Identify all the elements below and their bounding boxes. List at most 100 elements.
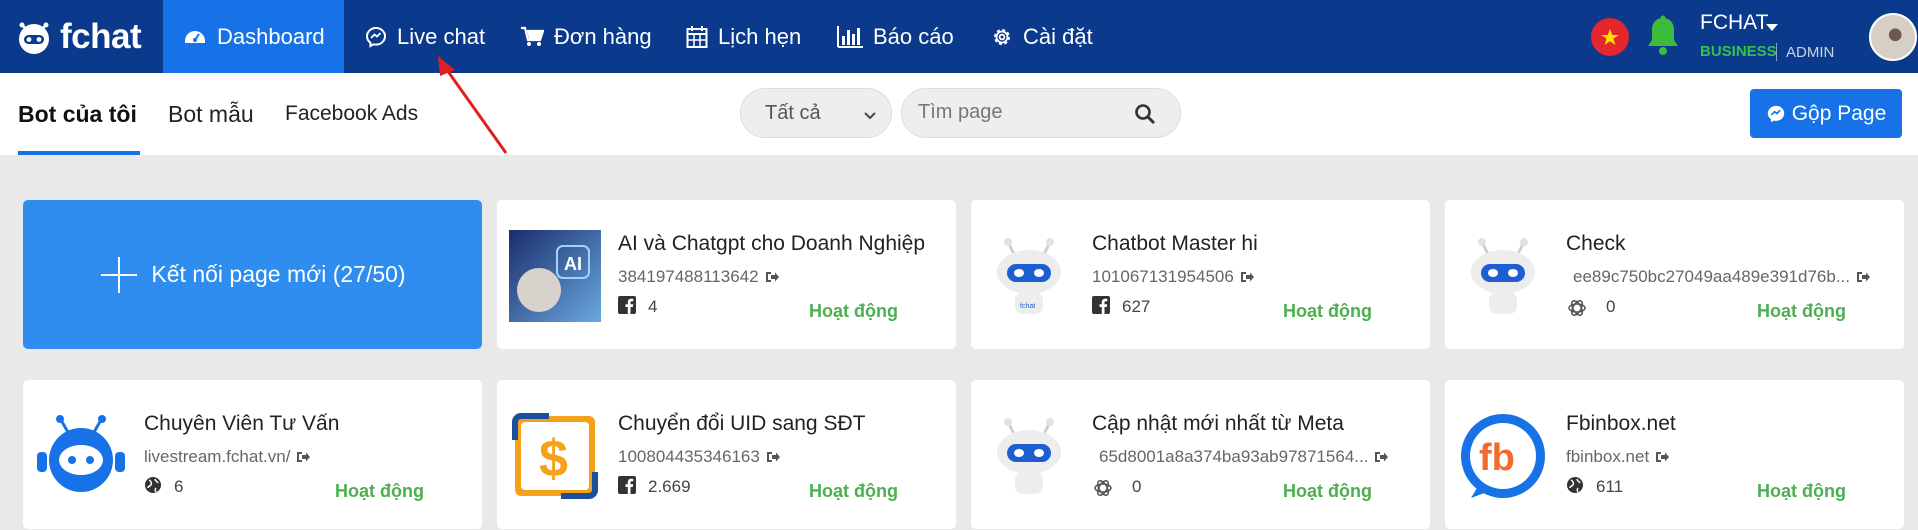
page-card[interactable]: $ Chuyển đổi UID sang SĐT 10080443534616… (497, 380, 956, 529)
connect-page-label: Kết nối page mới (27/50) (151, 261, 406, 287)
page-id-text: livestream.fchat.vn/ (144, 447, 291, 466)
page-name: Chuyển đổi UID sang SĐT (618, 412, 866, 435)
tab-label: Bot mẫu (168, 100, 254, 127)
nav-label: Đơn hàng (554, 23, 652, 49)
page-name: Cập nhật mới nhất từ Meta (1092, 412, 1344, 435)
brand-logo[interactable]: fchat (14, 16, 142, 58)
tab-my-bots[interactable]: Bot của tôi (18, 73, 137, 155)
gear-icon (991, 26, 1013, 48)
globe-icon (1566, 476, 1584, 494)
page-card[interactable]: Cập nhật mới nhất từ Meta 65d8001a8a374b… (971, 380, 1430, 529)
avatar[interactable] (1869, 13, 1917, 61)
page-name: AI và Chatgpt cho Doanh Nghiệp (618, 232, 926, 255)
page-id: 65d8001a8a374ba93ab97871564... (1099, 447, 1389, 467)
page-stat-count: 2.669 (648, 477, 691, 496)
external-link-icon[interactable] (1655, 451, 1670, 463)
robot-avatar-icon: fchat (983, 230, 1075, 322)
facebook-icon (618, 296, 636, 314)
fchat-bot-icon (35, 410, 127, 502)
page-id: ee89c750bc27049aa489e391d76b... (1573, 267, 1870, 287)
page-stat-count: 0 (1606, 297, 1616, 316)
page-stat-count: 6 (174, 477, 184, 496)
facebook-icon (618, 476, 636, 494)
status-badge: Hoạt động (335, 481, 424, 501)
active-tab-indicator (18, 151, 140, 155)
page-id: livestream.fchat.vn/ (144, 447, 311, 467)
external-link-icon[interactable] (765, 271, 779, 283)
robot-avatar-icon (1457, 230, 1549, 322)
nav-label: Live chat (397, 23, 486, 49)
search-icon[interactable] (1134, 103, 1156, 130)
fchat-logo-icon (14, 17, 54, 57)
search-input[interactable] (918, 101, 1118, 124)
nav-settings[interactable]: Cài đặt (991, 0, 1093, 73)
brand-name: fchat (60, 17, 142, 56)
page-thumbnail: AI (509, 230, 601, 322)
dashboard-icon (183, 25, 207, 49)
page-id: fbinbox.net (1566, 447, 1670, 467)
nav-appointments[interactable]: Lịch hẹn (686, 0, 801, 73)
page-card[interactable]: fchat Chatbot Master hi 101067131954506 … (971, 200, 1430, 349)
nav-label: Báo cáo (873, 23, 954, 49)
page-id-text: ee89c750bc27049aa489e391d76b... (1573, 267, 1850, 286)
external-link-icon[interactable] (1856, 271, 1870, 283)
status-badge: Hoạt động (1757, 301, 1846, 321)
facebook-icon (1092, 296, 1110, 314)
connect-page-card[interactable]: Kết nối page mới (27/50) (23, 200, 482, 349)
page-id: 100804435346163 (618, 447, 780, 467)
nav-label: Lịch hẹn (718, 23, 802, 49)
svg-text:fb: fb (1479, 437, 1515, 479)
page-name: Chatbot Master hi (1092, 232, 1258, 255)
page-card[interactable]: Check ee89c750bc27049aa489e391d76b... 0 … (1445, 200, 1904, 349)
page-card[interactable]: AI AI và Chatgpt cho Doanh Nghiệp 384197… (497, 200, 956, 349)
page-name: Check (1566, 232, 1626, 255)
tab-facebook-ads[interactable]: Facebook Ads (285, 73, 418, 155)
account-role: ADMIN (1786, 44, 1835, 61)
nav-live-chat[interactable]: Live chat (365, 0, 485, 73)
page-name: Fbinbox.net (1566, 412, 1676, 435)
nav-dashboard[interactable]: Dashboard (163, 0, 344, 73)
external-link-icon[interactable] (1374, 451, 1389, 463)
external-link-icon[interactable] (296, 451, 311, 463)
messenger-icon (365, 26, 387, 48)
openai-icon (1092, 477, 1114, 499)
page-stat-count: 4 (648, 297, 658, 316)
account-name[interactable]: FCHAT (1700, 11, 1768, 35)
chevron-down-icon (863, 106, 877, 129)
page-name: Chuyên Viên Tư Vấn (144, 412, 340, 435)
messenger-icon (1766, 104, 1786, 124)
page-stat-count: 627 (1122, 297, 1151, 316)
nav-orders[interactable]: Đơn hàng (520, 0, 652, 73)
top-navbar: fchat Dashboard Live chat Đơn hàng Lịch … (0, 0, 1918, 73)
robot-avatar-icon (983, 410, 1075, 502)
merge-page-button[interactable]: Gộp Page (1750, 89, 1902, 138)
page-id: 101067131954506 (1092, 267, 1254, 287)
tab-template-bots[interactable]: Bot mẫu (168, 73, 254, 155)
vietnam-flag-icon[interactable] (1591, 18, 1629, 56)
status-badge: Hoạt động (1283, 481, 1372, 501)
account-plan: BUSINESS (1700, 43, 1777, 60)
page-id-text: 101067131954506 (1092, 267, 1234, 286)
status-badge: Hoạt động (1283, 301, 1372, 321)
page-stat-count: 0 (1132, 477, 1142, 496)
page-card[interactable]: fb Fbinbox.net fbinbox.net 611 Hoạt động (1445, 380, 1904, 529)
nav-reports[interactable]: Báo cáo (837, 0, 954, 73)
page-card[interactable]: Chuyên Viên Tư Vấn livestream.fchat.vn/ … (23, 380, 482, 529)
external-link-icon[interactable] (1240, 271, 1254, 283)
filter-select[interactable]: Tất cả (740, 88, 892, 138)
divider (1776, 43, 1777, 61)
caret-down-icon[interactable] (1766, 19, 1778, 37)
svg-text:fchat: fchat (1020, 303, 1035, 310)
page-stat-count: 611 (1596, 477, 1624, 496)
bar-chart-icon (837, 25, 863, 48)
plus-icon (99, 255, 139, 295)
page-id-text: 100804435346163 (618, 447, 760, 466)
cart-icon (520, 26, 544, 48)
external-link-icon[interactable] (766, 451, 780, 463)
page-id-text: 384197488113642 (618, 267, 759, 286)
bell-icon[interactable] (1644, 14, 1682, 63)
filter-value: Tất cả (765, 101, 821, 124)
status-badge: Hoạt động (809, 481, 898, 501)
fbinbox-logo-icon: fb (1457, 410, 1549, 502)
nav-label: Cài đặt (1023, 23, 1093, 49)
